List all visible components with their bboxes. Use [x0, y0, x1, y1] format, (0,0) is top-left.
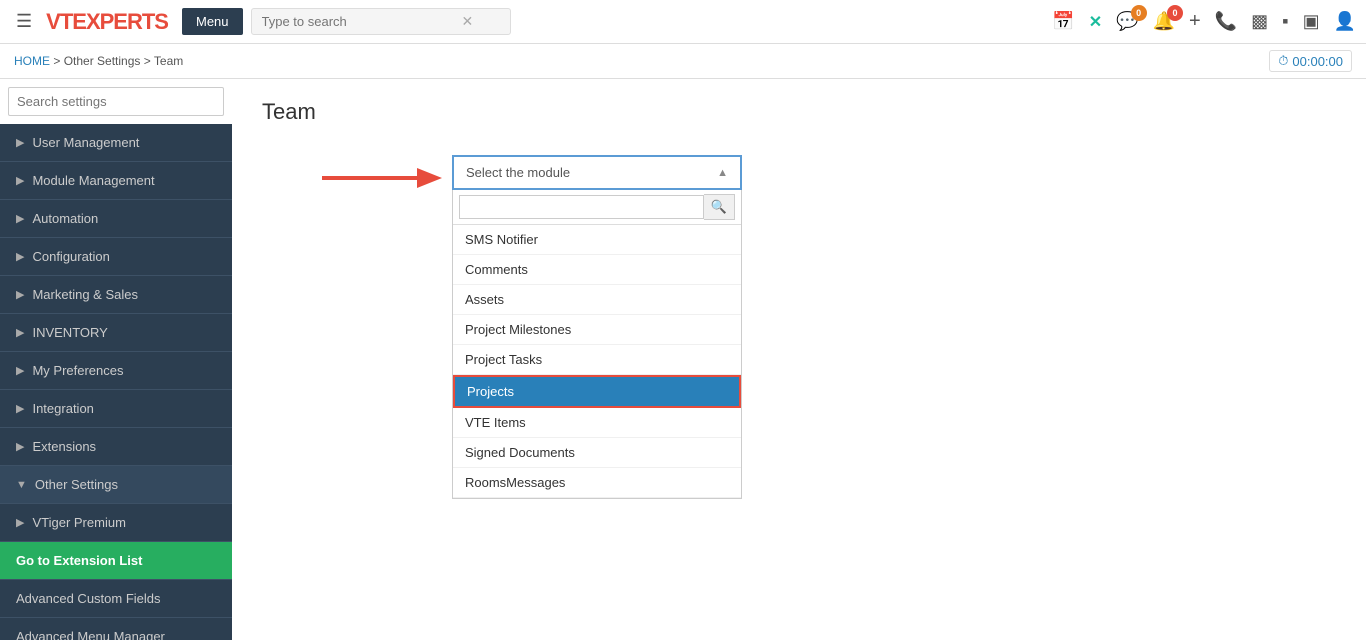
sidebar-search-input[interactable]: [8, 87, 224, 116]
logo-vt: VTE: [46, 9, 86, 34]
hamburger-menu[interactable]: ☰: [10, 7, 38, 36]
breadcrumb-current: Team: [154, 54, 183, 68]
global-search-input[interactable]: [262, 14, 462, 29]
sidebar-item-my-preferences[interactable]: ▶ My Preferences: [0, 352, 232, 390]
chat-badge: 0: [1131, 5, 1147, 21]
advanced-menu-manager-link[interactable]: Advanced Menu Manager: [0, 618, 232, 640]
dropdown-search-input[interactable]: [459, 195, 704, 219]
chevron-right-icon: ▶: [16, 136, 24, 149]
dropdown-option-sms-notifier[interactable]: SMS Notifier: [453, 225, 741, 255]
timer[interactable]: ⏱ 00:00:00: [1269, 50, 1352, 72]
chevron-right-icon: ▶: [16, 440, 24, 453]
bar-chart-icon[interactable]: ▩: [1251, 11, 1268, 32]
sidebar-item-vtiger-premium[interactable]: ▶ VTiger Premium: [0, 504, 232, 542]
top-navigation: ☰ VTEXPERTS Menu ✕ 📅 ✕ 💬 0 🔔 0 + 📞 ▩ ▪ ▣…: [0, 0, 1366, 44]
breadcrumb-bar: HOME > Other Settings > Team ⏱ 00:00:00: [0, 44, 1366, 79]
chevron-right-icon: ▶: [16, 402, 24, 415]
sidebar-bottom-links: Go to Extension List Advanced Custom Fie…: [0, 542, 232, 640]
sidebar-search-container: [0, 79, 232, 124]
chevron-right-icon: ▶: [16, 288, 24, 301]
sidebar-label: User Management: [32, 135, 139, 150]
breadcrumb-other-settings[interactable]: Other Settings: [64, 54, 141, 68]
sidebar-label: Extensions: [32, 439, 96, 454]
chevron-right-icon: ▶: [16, 326, 24, 339]
main-layout: ▶ User Management ▶ Module Management ▶ …: [0, 79, 1366, 640]
module-dropdown-list: 🔍 SMS Notifier Comments Assets Project M…: [452, 190, 742, 499]
clock-icon: ⏱: [1278, 53, 1288, 69]
breadcrumb-home[interactable]: HOME: [14, 54, 50, 68]
sidebar-item-automation[interactable]: ▶ Automation: [0, 200, 232, 238]
logo-perts: PERTS: [100, 9, 168, 34]
arrow-annotation: Select the module ▲ 🔍 SMS Notifier Comme…: [262, 155, 1336, 499]
user-icon[interactable]: 👤: [1334, 11, 1356, 32]
dropdown-option-assets[interactable]: Assets: [453, 285, 741, 315]
sidebar-link-label: Go to Extension List: [16, 553, 142, 568]
sidebar-item-inventory[interactable]: ▶ INVENTORY: [0, 314, 232, 352]
breadcrumb-sep1: >: [53, 54, 60, 68]
chat-icon[interactable]: 💬 0: [1116, 11, 1138, 32]
logo-x: X: [86, 9, 100, 34]
chevron-right-icon: ▶: [16, 516, 24, 529]
go-to-extension-list-link[interactable]: Go to Extension List: [0, 542, 232, 580]
module-dropdown-wrapper: Select the module ▲ 🔍 SMS Notifier Comme…: [452, 155, 742, 499]
sidebar-item-marketing-sales[interactable]: ▶ Marketing & Sales: [0, 276, 232, 314]
dropdown-option-signed-documents[interactable]: Signed Documents: [453, 438, 741, 468]
dropdown-option-rooms-messages[interactable]: RoomsMessages: [453, 468, 741, 498]
sidebar-label: Configuration: [32, 249, 109, 264]
sidebar-item-module-management[interactable]: ▶ Module Management: [0, 162, 232, 200]
module-dropdown-trigger[interactable]: Select the module ▲: [452, 155, 742, 190]
sidebar-link-label: Advanced Menu Manager: [16, 629, 165, 640]
dropdown-option-vte-items[interactable]: VTE Items: [453, 408, 741, 438]
breadcrumb: HOME > Other Settings > Team: [14, 54, 183, 68]
sidebar-item-user-management[interactable]: ▶ User Management: [0, 124, 232, 162]
menu-button[interactable]: Menu: [182, 8, 243, 35]
nav-icon-group: 📅 ✕ 💬 0 🔔 0 + 📞 ▩ ▪ ▣ 👤: [1052, 10, 1356, 33]
red-arrow-annotation: [322, 163, 442, 193]
chevron-right-icon: ▶: [16, 250, 24, 263]
sidebar-item-extensions[interactable]: ▶ Extensions: [0, 428, 232, 466]
sidebar-item-other-settings[interactable]: ▼ Other Settings: [0, 466, 232, 504]
sidebar-item-integration[interactable]: ▶ Integration: [0, 390, 232, 428]
sidebar: ▶ User Management ▶ Module Management ▶ …: [0, 79, 232, 640]
sidebar-item-configuration[interactable]: ▶ Configuration: [0, 238, 232, 276]
breadcrumb-sep2: >: [144, 54, 154, 68]
chevron-right-icon: ▶: [16, 212, 24, 225]
chevron-down-icon: ▼: [16, 479, 27, 491]
bell-badge: 0: [1167, 5, 1183, 21]
chevron-right-icon: ▶: [16, 174, 24, 187]
main-content: Team Select the module ▲ 🔍 SMS Notifier: [232, 79, 1366, 640]
chevron-right-icon: ▶: [16, 364, 24, 377]
area-chart-icon[interactable]: ▪: [1282, 11, 1288, 32]
sidebar-label: My Preferences: [32, 363, 123, 378]
page-title: Team: [262, 99, 1336, 125]
plus-icon[interactable]: +: [1189, 10, 1201, 33]
calendar-icon[interactable]: 📅: [1052, 11, 1074, 32]
app-logo: VTEXPERTS: [46, 9, 168, 35]
bell-icon[interactable]: 🔔 0: [1153, 11, 1175, 32]
timer-value: 00:00:00: [1292, 54, 1343, 69]
dropdown-option-comments[interactable]: Comments: [453, 255, 741, 285]
sidebar-label: Other Settings: [35, 477, 118, 492]
tasks-icon[interactable]: ▣: [1303, 11, 1320, 32]
dropdown-search-button[interactable]: 🔍: [704, 194, 735, 220]
sidebar-link-label: Advanced Custom Fields: [16, 591, 161, 606]
dropdown-option-project-milestones[interactable]: Project Milestones: [453, 315, 741, 345]
sidebar-label: Module Management: [32, 173, 154, 188]
sidebar-label: VTiger Premium: [32, 515, 125, 530]
sidebar-label: Automation: [32, 211, 98, 226]
chevron-up-icon: ▲: [717, 167, 728, 179]
dropdown-option-projects[interactable]: Projects: [453, 375, 741, 408]
search-clear-icon[interactable]: ✕: [462, 13, 474, 30]
vtiger-icon[interactable]: ✕: [1089, 12, 1102, 32]
advanced-custom-fields-link[interactable]: Advanced Custom Fields: [0, 580, 232, 618]
sidebar-label: INVENTORY: [32, 325, 107, 340]
dropdown-option-project-tasks[interactable]: Project Tasks: [453, 345, 741, 375]
sidebar-label: Integration: [32, 401, 93, 416]
dropdown-search-container: 🔍: [453, 190, 741, 225]
sidebar-label: Marketing & Sales: [32, 287, 138, 302]
phone-icon[interactable]: 📞: [1215, 11, 1237, 32]
global-search-bar[interactable]: ✕: [251, 8, 511, 35]
dropdown-placeholder: Select the module: [466, 165, 570, 180]
